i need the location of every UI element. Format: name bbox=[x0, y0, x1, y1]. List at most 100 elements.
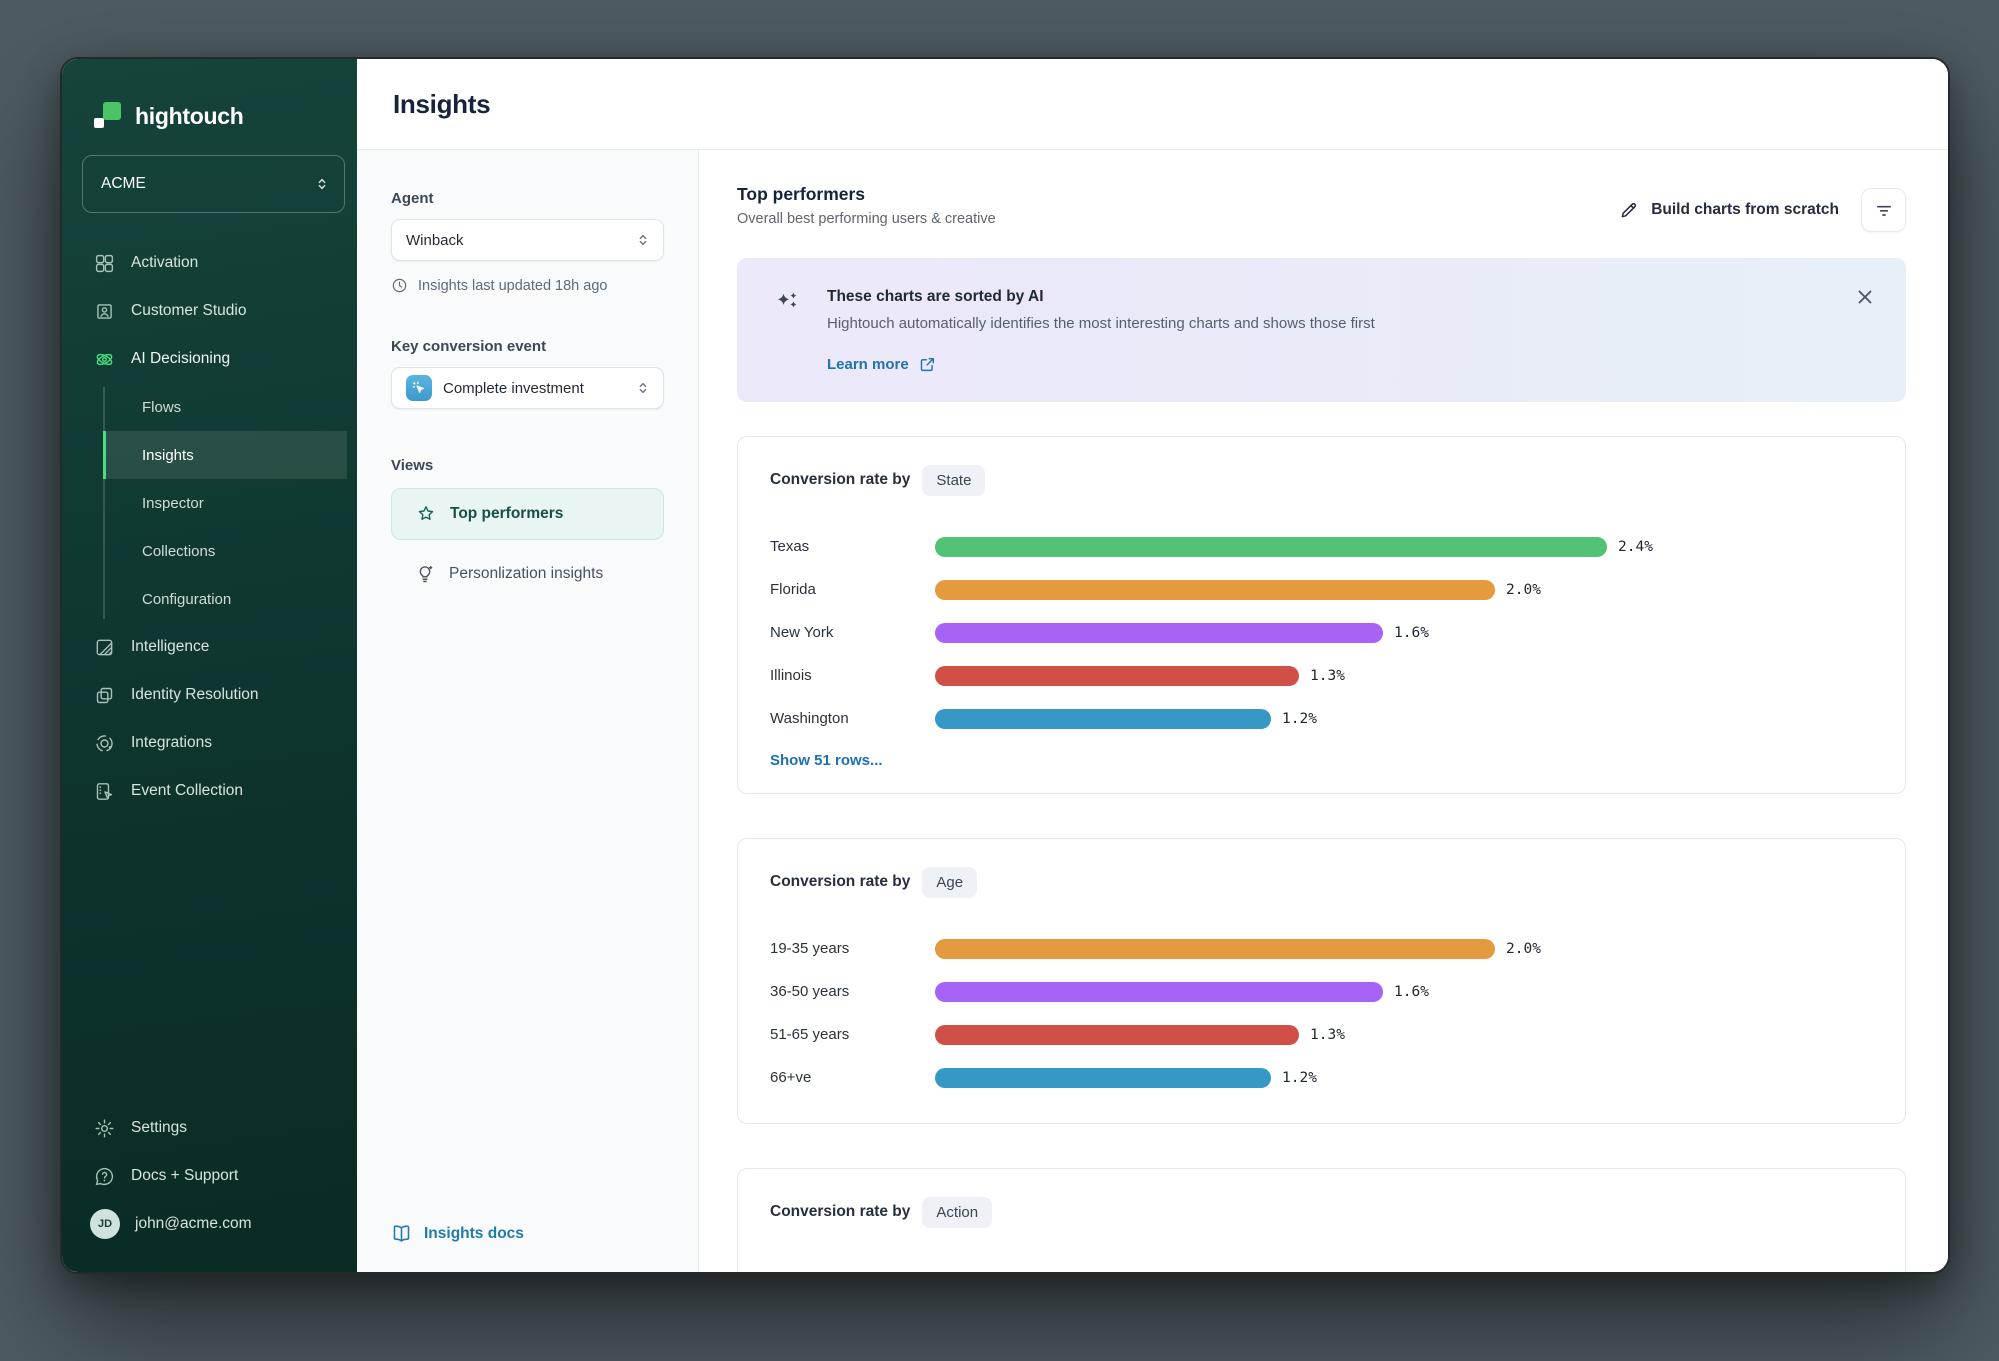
bar[interactable] bbox=[935, 982, 1383, 1002]
sidebar-item-integrations[interactable]: Integrations bbox=[62, 719, 357, 767]
sidebar-item-event-collection[interactable]: Event Collection bbox=[62, 767, 357, 815]
sidebar-item-settings[interactable]: Settings bbox=[62, 1104, 357, 1152]
workspace-switcher[interactable]: ACME bbox=[82, 155, 345, 213]
sidebar-subitem-label: Inspector bbox=[142, 495, 204, 512]
filter-button[interactable] bbox=[1861, 188, 1906, 232]
build-charts-button[interactable]: Build charts from scratch bbox=[1619, 200, 1839, 220]
bar[interactable] bbox=[935, 623, 1383, 643]
chart-card-action: Conversion rate by Action bbox=[737, 1168, 1906, 1272]
sidebar-item-intelligence[interactable]: Intelligence bbox=[62, 623, 357, 671]
star-icon bbox=[416, 504, 436, 524]
chart-row: Texas2.4% bbox=[770, 525, 1873, 568]
bar[interactable] bbox=[935, 666, 1299, 686]
chart-dimension-chip[interactable]: Action bbox=[922, 1197, 992, 1228]
bar-category-label: 19-35 years bbox=[770, 940, 935, 957]
bar[interactable] bbox=[935, 580, 1495, 600]
conversion-event-select[interactable]: Complete investment bbox=[391, 367, 664, 409]
bar-category-label: New York bbox=[770, 624, 935, 641]
filter-lines-icon bbox=[1874, 200, 1894, 220]
chart-dimension-chip[interactable]: Age bbox=[922, 867, 977, 898]
integrations-icon bbox=[94, 733, 116, 754]
last-updated-text: Insights last updated 18h ago bbox=[418, 278, 607, 294]
insights-docs-label: Insights docs bbox=[424, 1225, 524, 1243]
chart-row: Washington 1.2% bbox=[770, 697, 1873, 740]
avatar: JD bbox=[90, 1209, 120, 1239]
event-collection-icon bbox=[94, 781, 116, 802]
hightouch-logo-icon bbox=[92, 101, 122, 131]
bar-value-label: 2.0% bbox=[1506, 941, 1541, 957]
bar-value-label: 1.2% bbox=[1282, 1070, 1317, 1086]
sidebar-subitem-label: Flows bbox=[142, 399, 181, 416]
sidebar-item-insights[interactable]: Insights bbox=[103, 431, 347, 479]
sidebar-user[interactable]: JD john@acme.com bbox=[62, 1200, 357, 1248]
sidebar-item-configuration[interactable]: Configuration bbox=[103, 575, 347, 623]
sidebar-item-label: AI Decisioning bbox=[131, 350, 230, 368]
page-title: Insights bbox=[393, 89, 490, 120]
main-content: Top performers Overall best performing u… bbox=[699, 150, 1948, 1272]
chart-row: New York1.6% bbox=[770, 611, 1873, 654]
sidebar-item-collections[interactable]: Collections bbox=[103, 527, 347, 575]
sidebar-item-ai-decisioning[interactable]: AI Decisioning bbox=[62, 335, 357, 383]
sidebar-item-label: Intelligence bbox=[131, 638, 209, 656]
ai-banner: These charts are sorted by AI Hightouch … bbox=[737, 258, 1906, 402]
chevron-up-down-icon bbox=[635, 380, 651, 396]
external-link-icon bbox=[919, 356, 936, 373]
last-updated: Insights last updated 18h ago bbox=[391, 277, 664, 294]
sidebar-item-identity-resolution[interactable]: Identity Resolution bbox=[62, 671, 357, 719]
workspace-name: ACME bbox=[101, 175, 314, 193]
bar-value-label: 1.2% bbox=[1282, 711, 1317, 727]
bar-category-label: Illinois bbox=[770, 667, 935, 684]
sidebar-item-label: Docs + Support bbox=[131, 1167, 238, 1185]
app-window: hightouch ACME Activation Customer Studi… bbox=[60, 57, 1950, 1274]
gear-icon bbox=[94, 1118, 116, 1139]
view-label: Personlization insights bbox=[449, 565, 603, 583]
sidebar-item-flows[interactable]: Flows bbox=[103, 383, 347, 431]
bar[interactable] bbox=[935, 709, 1271, 729]
insights-docs-link[interactable]: Insights docs bbox=[391, 1223, 664, 1244]
sidebar: hightouch ACME Activation Customer Studi… bbox=[62, 59, 357, 1272]
logo-text: hightouch bbox=[135, 103, 243, 130]
sidebar-item-label: Integrations bbox=[131, 734, 212, 752]
sidebar-item-docs-support[interactable]: Docs + Support bbox=[62, 1152, 357, 1200]
section-subtitle: Overall best performing users & creative bbox=[737, 211, 996, 227]
bar-value-label: 1.6% bbox=[1394, 984, 1429, 1000]
bar-category-label: Washington bbox=[770, 710, 935, 727]
bar[interactable] bbox=[935, 1068, 1271, 1088]
chart-dimension-chip[interactable]: State bbox=[922, 465, 985, 496]
banner-body: Hightouch automatically identifies the m… bbox=[827, 315, 1375, 332]
sidebar-item-label: Event Collection bbox=[131, 782, 243, 800]
agent-select-value: Winback bbox=[406, 232, 635, 249]
sidebar-subitem-label: Configuration bbox=[142, 591, 231, 608]
conversion-event-label: Key conversion event bbox=[391, 338, 664, 355]
learn-more-link[interactable]: Learn more bbox=[827, 356, 936, 373]
view-personalization-insights[interactable]: Personlization insights bbox=[391, 550, 664, 598]
filter-panel: Agent Winback Insights last updated 18h … bbox=[357, 150, 699, 1272]
clock-icon bbox=[391, 277, 408, 294]
chart-row: 36-50 years1.6% bbox=[770, 970, 1873, 1013]
customer-studio-icon bbox=[94, 301, 116, 322]
pencil-icon bbox=[1619, 200, 1639, 220]
chart-row: Illinois1.3% bbox=[770, 654, 1873, 697]
sidebar-item-activation[interactable]: Activation bbox=[62, 239, 357, 287]
agent-select[interactable]: Winback bbox=[391, 219, 664, 261]
book-icon bbox=[391, 1223, 412, 1244]
bar[interactable] bbox=[935, 1025, 1299, 1045]
chart-card-state: Conversion rate by State Texas2.4%Florid… bbox=[737, 436, 1906, 794]
views-label: Views bbox=[391, 457, 664, 474]
banner-title: These charts are sorted by AI bbox=[827, 288, 1375, 306]
sidebar-item-label: Activation bbox=[131, 254, 198, 272]
bar[interactable] bbox=[935, 537, 1607, 557]
close-icon[interactable] bbox=[1854, 286, 1876, 308]
sidebar-item-inspector[interactable]: Inspector bbox=[103, 479, 347, 527]
chart-row: 19-35 years 2.0% bbox=[770, 927, 1873, 970]
chart-row: Florida 2.0% bbox=[770, 568, 1873, 611]
view-top-performers[interactable]: Top performers bbox=[391, 488, 664, 540]
bar-category-label: Florida bbox=[770, 581, 935, 598]
chart-card-age: Conversion rate by Age 19-35 years2.0%36… bbox=[737, 838, 1906, 1124]
sidebar-item-customer-studio[interactable]: Customer Studio bbox=[62, 287, 357, 335]
show-rows-link[interactable]: Show 51 rows... bbox=[770, 752, 1873, 769]
bar[interactable] bbox=[935, 939, 1495, 959]
chart-title: Conversion rate by bbox=[770, 1203, 910, 1221]
bar-value-label: 2.0% bbox=[1506, 582, 1541, 598]
section-title: Top performers bbox=[737, 184, 996, 205]
